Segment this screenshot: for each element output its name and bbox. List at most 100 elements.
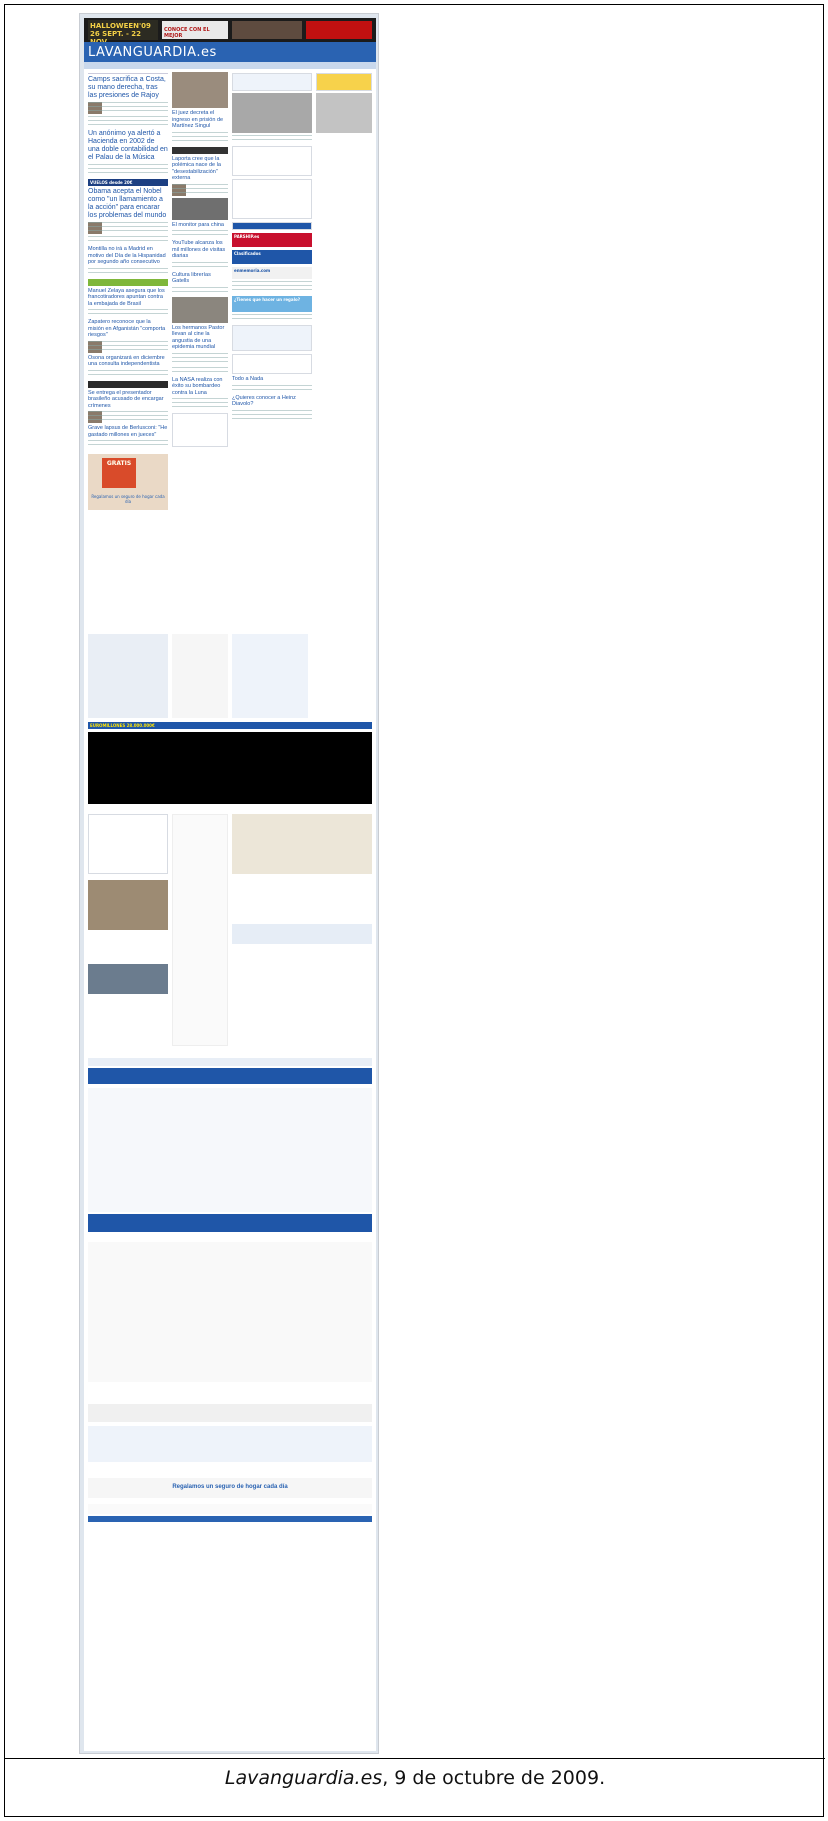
comic-strip[interactable] bbox=[232, 814, 372, 874]
news-summary bbox=[88, 440, 168, 448]
video-player[interactable] bbox=[88, 732, 372, 804]
featured-photo[interactable] bbox=[232, 93, 312, 133]
related-links[interactable] bbox=[88, 236, 168, 244]
headline-link[interactable]: Los hermanos Pastor llevan al cine la an… bbox=[172, 325, 228, 351]
center-column: El juez decreta el ingreso en prisión de… bbox=[172, 70, 228, 447]
halloween-ad[interactable]: HALLOWEEN'09 26 SEPT. - 22 NOV. bbox=[88, 20, 158, 46]
headline-link[interactable]: Montilla no irá a Madrid en motivo del D… bbox=[88, 246, 168, 266]
photo-gallery[interactable] bbox=[88, 964, 168, 994]
news-summary bbox=[172, 261, 228, 270]
seguro-ad[interactable]: Regalamos un seguro de hogar cada día bbox=[88, 1478, 372, 1498]
headline-link[interactable]: Osona organizará en diciembre una consul… bbox=[88, 355, 168, 368]
feature-photo[interactable] bbox=[88, 880, 168, 930]
news-summary bbox=[172, 183, 228, 196]
cinema-photo bbox=[172, 296, 228, 323]
main-news-column: Camps sacrifica a Costa, su mano derecha… bbox=[88, 70, 168, 510]
headline-link[interactable]: La NASA realiza con éxito su bombardeo c… bbox=[172, 377, 228, 397]
news-summary bbox=[232, 384, 312, 393]
lead-photo bbox=[172, 72, 228, 108]
news-summary bbox=[172, 230, 228, 238]
browser-screenshot: HALLOWEEN'09 26 SEPT. - 22 NOV. CONOCE C… bbox=[79, 13, 379, 1754]
gratis-ad-text: Regalamos un seguro de hogar cada día bbox=[91, 494, 165, 504]
promo-box[interactable] bbox=[232, 354, 312, 374]
sections-grid bbox=[88, 1242, 372, 1382]
news-summary bbox=[172, 352, 228, 365]
ad-strip[interactable] bbox=[88, 1058, 372, 1066]
promo-ad[interactable]: CONOCE CON EL MEJOR bbox=[162, 21, 228, 39]
ad-column bbox=[316, 70, 372, 133]
red-ad[interactable] bbox=[306, 21, 372, 39]
footer-links[interactable] bbox=[88, 1504, 372, 1514]
gratis-ad-house: GRATIS bbox=[102, 458, 136, 488]
news-summary bbox=[172, 398, 228, 410]
news-summary bbox=[232, 281, 312, 293]
related-links[interactable] bbox=[88, 116, 168, 128]
site-logo[interactable]: LAVANGUARDIA.es bbox=[88, 45, 217, 60]
video-thumbnail[interactable] bbox=[172, 197, 228, 220]
weather-ad[interactable] bbox=[316, 73, 372, 91]
video-bar[interactable] bbox=[232, 222, 312, 230]
headline-link[interactable]: Cultura librerías Gatells bbox=[172, 272, 228, 285]
stocks-widget[interactable] bbox=[232, 634, 308, 718]
headline-link[interactable]: Manuel Zelaya asegura que los francotira… bbox=[88, 288, 168, 308]
ad-bar[interactable] bbox=[88, 380, 168, 388]
photo-ad[interactable] bbox=[232, 21, 302, 39]
caption-divider bbox=[5, 1758, 825, 1759]
headline-link[interactable]: Laporta cree que la polémica nace de la … bbox=[172, 156, 228, 182]
headline-link[interactable]: Un anónimo ya alertó a Hacienda en 2002 … bbox=[88, 130, 168, 162]
services-strip bbox=[88, 634, 372, 718]
partner-logos[interactable] bbox=[88, 1404, 372, 1422]
blue-banner[interactable] bbox=[88, 1068, 372, 1084]
headline-link[interactable]: Grave lapsus de Berlusconi: "He gastado … bbox=[88, 425, 168, 438]
news-summary bbox=[172, 286, 228, 295]
lower-content bbox=[88, 814, 372, 1046]
clasificados-ad[interactable]: Clasificados bbox=[232, 250, 312, 264]
ad-bar[interactable] bbox=[172, 146, 228, 154]
news-summary bbox=[88, 102, 168, 114]
parship-ad[interactable]: PARSHIP.es bbox=[232, 233, 312, 247]
news-summary bbox=[88, 164, 168, 176]
opinion-authors[interactable] bbox=[232, 179, 312, 219]
news-summary bbox=[88, 309, 168, 317]
poll-box[interactable] bbox=[88, 814, 168, 874]
opinion-box bbox=[172, 413, 228, 447]
blogs-column bbox=[172, 814, 228, 1046]
search-box[interactable] bbox=[232, 325, 312, 351]
footer-bar bbox=[88, 1516, 372, 1522]
enmemoria-ad[interactable]: enmemoria.com bbox=[232, 267, 312, 279]
figure-frame: HALLOWEEN'09 26 SEPT. - 22 NOV. CONOCE C… bbox=[4, 4, 825, 1817]
blogs-box[interactable] bbox=[232, 146, 312, 176]
weather-widget[interactable] bbox=[232, 73, 312, 91]
headline-link[interactable]: Zapatero reconoce que la misión en Afgan… bbox=[88, 319, 168, 339]
news-summary bbox=[88, 411, 168, 423]
headline-link[interactable]: Se entrega el presentador brasileño acus… bbox=[88, 390, 168, 410]
related-links[interactable] bbox=[172, 366, 228, 375]
news-summary bbox=[88, 340, 168, 353]
euromillones-ad[interactable]: EUROMILLONES 28.000.000€ bbox=[88, 722, 372, 729]
blue-promo[interactable] bbox=[88, 1214, 372, 1232]
news-summary bbox=[88, 267, 168, 276]
ad-bar[interactable] bbox=[88, 278, 168, 286]
tv-box[interactable] bbox=[232, 924, 372, 944]
main-navigation[interactable] bbox=[84, 62, 376, 69]
headline-link[interactable]: Camps sacrifica a Costa, su mano derecha… bbox=[88, 76, 168, 100]
subscription-box[interactable] bbox=[88, 1426, 372, 1462]
vuelos-ad[interactable]: VUELOS desde 20€ bbox=[88, 179, 168, 186]
headline-link[interactable]: Obama acepta el Nobel como "un llamamien… bbox=[88, 188, 168, 220]
hotels-widget[interactable] bbox=[88, 634, 168, 718]
regalo-ad[interactable]: ¿Tienes que hacer un regalo? bbox=[232, 296, 312, 312]
news-summary bbox=[172, 131, 228, 144]
section-label bbox=[88, 72, 168, 74]
headline-link[interactable]: Todo a Nada bbox=[232, 376, 312, 383]
top-banner-ad[interactable]: HALLOWEEN'09 26 SEPT. - 22 NOV. CONOCE C… bbox=[84, 18, 376, 46]
gratis-ad[interactable]: GRATIS Regalamos un seguro de hogar cada… bbox=[88, 454, 168, 510]
news-summary bbox=[88, 369, 168, 378]
caption-date: , 9 de octubre de 2009. bbox=[382, 1767, 606, 1789]
web-page: HALLOWEEN'09 26 SEPT. - 22 NOV. CONOCE C… bbox=[84, 18, 376, 1751]
headline-link[interactable]: El juez decreta el ingreso en prisión de… bbox=[172, 110, 228, 130]
headline-link[interactable]: ¿Quieres conocer a Heinz Diavolo? bbox=[232, 395, 312, 408]
headline-link[interactable]: YouTube alcanza los mil millones de visi… bbox=[172, 240, 228, 260]
mobile-services[interactable] bbox=[172, 634, 228, 718]
news-summary bbox=[88, 222, 168, 234]
headline-link[interactable]: El monitor para china bbox=[172, 222, 228, 229]
